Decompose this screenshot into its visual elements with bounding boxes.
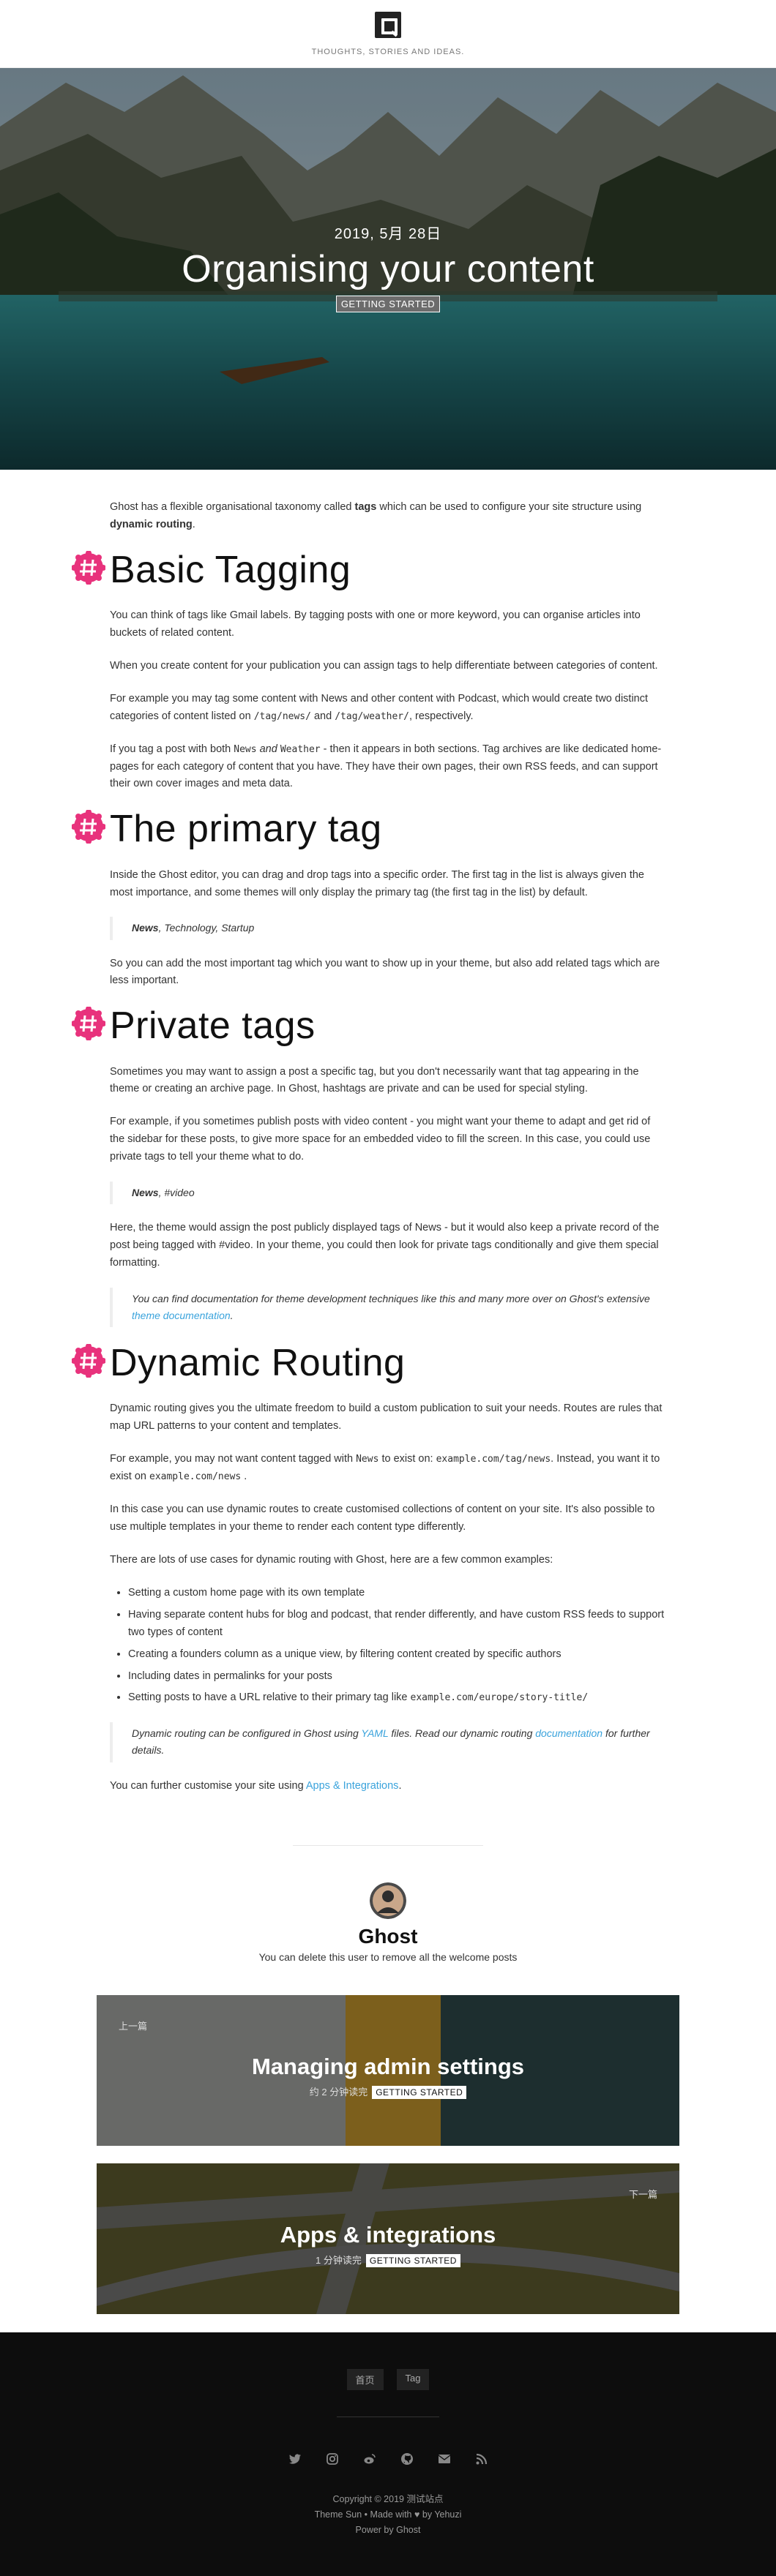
apps-integrations-link[interactable]: Apps & Integrations [306, 1780, 399, 1792]
section-heading-primary-tag: The primary tag [72, 808, 666, 850]
routing-documentation-link[interactable]: documentation [535, 1727, 602, 1739]
paragraph: There are lots of use cases for dynamic … [110, 1553, 553, 1566]
reading-time: 约 2 分钟读完 [309, 2086, 368, 2098]
yaml-link[interactable]: YAML [361, 1727, 388, 1739]
previous-post-card[interactable]: 上一篇 Managing admin settings 约 2 分钟读完 GETT… [97, 1994, 679, 2146]
site-footer: 首页 Tag Copyright © 2019 测试站点 Theme Sun •… [0, 2332, 776, 2576]
reading-time: 1 分钟读完 [316, 2254, 362, 2266]
site-header: THOUGHTS, STORIES AND IDEAS. [0, 0, 776, 68]
list-item: Creating a founders column as a unique v… [128, 1646, 666, 1664]
footer-nav: 首页 Tag [0, 2368, 776, 2390]
section-heading-basic-tagging: Basic Tagging [72, 549, 666, 591]
paragraph: For example, if you sometimes publish po… [110, 1116, 651, 1163]
author-name[interactable]: Ghost [0, 1925, 776, 1948]
github-icon[interactable] [400, 2452, 414, 2466]
list-item: Having separate content hubs for blog an… [128, 1607, 666, 1642]
instagram-icon[interactable] [326, 2452, 339, 2466]
weibo-icon[interactable] [363, 2452, 376, 2466]
next-post-title: Apps & integrations [280, 2221, 496, 2248]
list-item: Setting posts to have a URL relative to … [128, 1689, 666, 1707]
list-item: Setting a custom home page with its own … [128, 1585, 666, 1602]
post-hero: 2019, 5月 28日 Organising your content GET… [0, 68, 776, 470]
theme-documentation-link[interactable]: theme documentation [132, 1310, 231, 1321]
paragraph: If you tag a post with both News and Wea… [110, 743, 662, 790]
hash-badge-icon [72, 550, 105, 585]
next-post-tag[interactable]: GETTING STARTED [365, 2253, 460, 2267]
footer-nav-tag[interactable]: Tag [396, 2368, 430, 2390]
author-bio: You can delete this user to remove all t… [258, 1950, 518, 1963]
tag-example-quote: News, #video [110, 1182, 666, 1205]
post-tag[interactable]: GETTING STARTED [335, 296, 441, 312]
site-tagline: THOUGHTS, STORIES AND IDEAS. [311, 48, 465, 56]
previous-label: 上一篇 [119, 2020, 148, 2032]
next-label: 下一篇 [628, 2188, 657, 2200]
footer-nav-home[interactable]: 首页 [346, 2368, 384, 2390]
paragraph: Here, the theme would assign the post pu… [110, 1222, 660, 1269]
paragraph: When you create content for your publica… [110, 659, 658, 672]
paragraph: Inside the Ghost editor, you can drag an… [110, 868, 644, 898]
routing-docs-note: Dynamic routing can be configured in Gho… [110, 1722, 666, 1762]
post-date: 2019, 5月 28日 [334, 226, 442, 242]
post-content: Ghost has a flexible organisational taxo… [72, 470, 666, 1795]
paragraph: So you can add the most important tag wh… [110, 957, 660, 987]
divider [293, 1844, 483, 1846]
list-item: Including dates in permalinks for your p… [128, 1668, 666, 1686]
use-case-list: Setting a custom home page with its own … [110, 1585, 666, 1708]
twitter-icon[interactable] [288, 2452, 302, 2466]
mail-icon[interactable] [438, 2452, 451, 2466]
hash-badge-icon [72, 1007, 105, 1041]
paragraph: Dynamic routing gives you the ultimate f… [110, 1402, 663, 1432]
intro-paragraph: Ghost has a flexible organisational taxo… [110, 501, 642, 530]
next-post-card[interactable]: 下一篇 Apps & integrations 1 分钟读完 GETTING ST… [97, 2163, 679, 2314]
site-logo[interactable] [375, 12, 401, 38]
theme-docs-note: You can find documentation for theme dev… [110, 1288, 666, 1328]
tag-example-quote: News, Technology, Startup [110, 917, 666, 940]
previous-post-tag[interactable]: GETTING STARTED [372, 2085, 467, 2099]
rss-icon[interactable] [475, 2452, 488, 2466]
section-heading-dynamic-routing: Dynamic Routing [72, 1343, 666, 1384]
author-avatar[interactable] [370, 1882, 406, 1919]
paragraph: Sometimes you may want to assign a post … [110, 1065, 639, 1095]
paragraph: In this case you can use dynamic routes … [110, 1503, 655, 1533]
post-title: Organising your content [182, 248, 594, 290]
hash-badge-icon [72, 810, 105, 844]
previous-post-title: Managing admin settings [251, 2053, 525, 2079]
hash-badge-icon [72, 1344, 105, 1378]
social-links [0, 2452, 776, 2466]
section-heading-private-tags: Private tags [72, 1005, 666, 1047]
paragraph: For example you may tag some content wit… [110, 692, 649, 722]
paragraph: For example, you may not want content ta… [110, 1453, 660, 1483]
paragraph: You can think of tags like Gmail labels.… [110, 609, 641, 639]
footer-copyright: Copyright © 2019 测试站点 Theme Sun • Made w… [314, 2493, 462, 2536]
author-card: Ghost You can delete this user to remove… [0, 1844, 776, 1963]
paragraph: You can further customise your site usin… [110, 1779, 402, 1792]
